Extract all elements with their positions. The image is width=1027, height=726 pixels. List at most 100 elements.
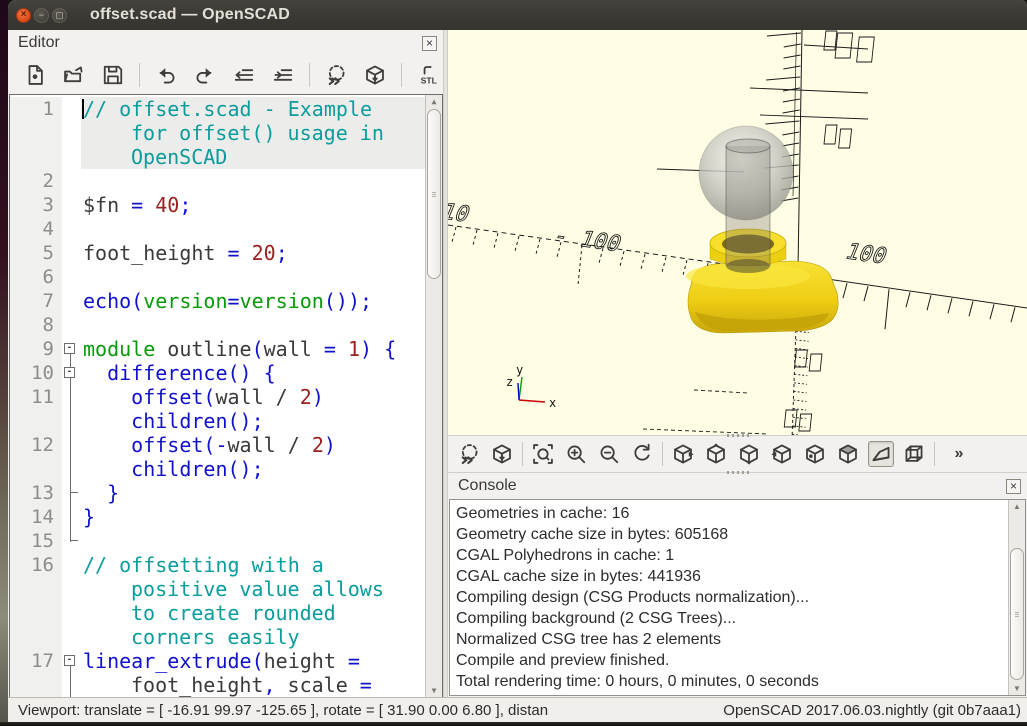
preview-icon[interactable] (323, 62, 349, 88)
render-icon[interactable] (362, 62, 388, 88)
code-text[interactable]: corners easily (81, 625, 425, 649)
console-line: Normalized CSG tree has 2 elements (456, 629, 1019, 650)
zoom-in-icon[interactable] (563, 441, 589, 467)
editor-scrollbar[interactable]: ▲ ▼ (425, 95, 442, 697)
code-text[interactable] (81, 169, 425, 193)
line-number (10, 601, 62, 625)
view-right-icon[interactable] (670, 441, 696, 467)
overflow-button[interactable]: » (942, 441, 976, 467)
line-number (10, 673, 62, 697)
scroll-down-icon[interactable]: ▼ (426, 684, 442, 697)
splitter-grip[interactable] (727, 471, 749, 474)
zoom-out-icon[interactable] (596, 441, 622, 467)
fold-margin[interactable]: - (62, 649, 81, 673)
fold-margin (62, 97, 81, 121)
code-row: 9-module outline(wall = 1) { (10, 337, 442, 361)
line-number (10, 121, 62, 145)
view-orthogonal-icon[interactable] (901, 441, 927, 467)
console-output[interactable]: Geometries in cache: 16Geometry cache si… (449, 499, 1026, 696)
line-number (10, 625, 62, 649)
3d-viewport[interactable]: 10 - 100 100 (448, 30, 1027, 435)
minimize-button[interactable]: − (34, 8, 49, 23)
console-line: Geometry cache size in bytes: 605168 (456, 524, 1019, 545)
code-text[interactable]: foot_height, scale = (81, 673, 425, 697)
code-text[interactable]: $fn = 40; (81, 193, 425, 217)
below-ground-hatches (792, 314, 809, 435)
code-text[interactable]: offset(wall / 2) (81, 385, 425, 409)
code-text[interactable]: } (81, 481, 425, 505)
fold-margin (62, 481, 81, 505)
3d-scene: 10 - 100 100 (448, 30, 1027, 435)
console-close-icon[interactable]: × (1006, 479, 1021, 494)
view-front-icon[interactable] (802, 441, 828, 467)
zoom-all-icon[interactable] (530, 441, 556, 467)
redo-icon[interactable] (192, 62, 218, 88)
view-left-icon[interactable] (769, 441, 795, 467)
line-number: 9 (10, 337, 62, 361)
code-text[interactable]: positive value allows (81, 577, 425, 601)
scroll-down-icon[interactable]: ▼ (1009, 682, 1025, 695)
fold-margin[interactable]: - (62, 337, 81, 361)
console-line: CGAL Polyhedrons in cache: 1 (456, 545, 1019, 566)
console-scrollbar-thumb[interactable] (1010, 548, 1024, 680)
code-text[interactable]: foot_height = 20; (81, 241, 425, 265)
line-number: 2 (10, 169, 62, 193)
view-top-icon[interactable] (703, 441, 729, 467)
line-number: 11 (10, 385, 62, 409)
view-bottom-icon[interactable] (736, 441, 762, 467)
unindent-icon[interactable] (231, 62, 257, 88)
code-editor[interactable]: 1// offset.scad - Example↵for offset() u… (9, 94, 443, 697)
view-back-icon[interactable] (835, 441, 861, 467)
fold-margin (62, 241, 81, 265)
code-text[interactable] (81, 265, 425, 289)
code-text[interactable]: // offset.scad - Example (81, 97, 425, 121)
render-icon[interactable] (489, 441, 515, 467)
openscad-window: ×−▢ offset.scad — OpenSCAD Editor × STL … (8, 0, 1027, 722)
z-label: z (506, 375, 513, 389)
fold-margin (62, 193, 81, 217)
open-folder-icon[interactable] (61, 62, 87, 88)
fold-margin (62, 169, 81, 193)
code-row: corners easily (10, 625, 442, 649)
code-text[interactable] (81, 217, 425, 241)
maximize-button[interactable]: ▢ (52, 8, 67, 23)
export-stl-icon[interactable]: STL (415, 62, 441, 88)
code-text[interactable] (81, 313, 425, 337)
code-text[interactable]: children(); (81, 409, 425, 433)
code-text[interactable]: module outline(wall = 1) { (81, 337, 425, 361)
scroll-up-icon[interactable]: ▲ (426, 95, 442, 108)
console-line: Geometries in cache: 16 (456, 503, 1019, 524)
indent-icon[interactable] (270, 62, 296, 88)
code-text[interactable]: for offset() usage in (81, 121, 425, 145)
console-title: Console (458, 477, 517, 495)
code-text[interactable]: to create rounded (81, 601, 425, 625)
code-text[interactable]: // offsetting with a (81, 553, 425, 577)
new-file-icon[interactable] (22, 62, 48, 88)
line-number (10, 457, 62, 481)
undo-icon[interactable] (153, 62, 179, 88)
line-number: 13 (10, 481, 62, 505)
code-text[interactable]: linear_extrude(height = (81, 649, 425, 673)
save-icon[interactable] (100, 62, 126, 88)
code-text[interactable]: echo(version=version()); (81, 289, 425, 313)
scroll-up-icon[interactable]: ▲ (1009, 500, 1025, 513)
editor-toolbar: STL (8, 56, 443, 94)
splitter-grip[interactable] (727, 434, 749, 437)
code-text[interactable]: children(); (81, 457, 425, 481)
editor-scrollbar-thumb[interactable] (427, 109, 441, 279)
view-perspective-icon[interactable] (868, 441, 894, 467)
code-text[interactable]: offset(-wall / 2) (81, 433, 425, 457)
code-text[interactable]: difference() { (81, 361, 425, 385)
console-scrollbar[interactable]: ▲ ▼ (1008, 500, 1025, 695)
code-text[interactable] (81, 529, 425, 553)
text-caret (82, 99, 84, 119)
code-text[interactable]: OpenSCAD (81, 145, 425, 169)
close-button[interactable]: × (16, 8, 31, 23)
preview-icon[interactable] (456, 441, 482, 467)
reset-view-icon[interactable] (629, 441, 655, 467)
code-text[interactable]: } (81, 505, 425, 529)
fold-margin[interactable]: - (62, 361, 81, 385)
editor-close-icon[interactable]: × (422, 36, 437, 51)
code-row: 2 (10, 169, 442, 193)
x-axis-indicator (519, 400, 545, 402)
